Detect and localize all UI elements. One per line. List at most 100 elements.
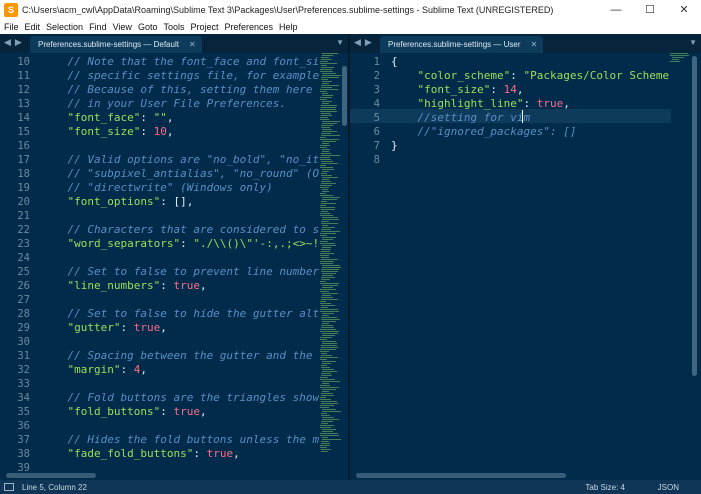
code-line[interactable]: // "subpixel_antialias", "no_round" (OS	[41, 167, 319, 181]
minimap-line	[320, 71, 333, 72]
minimap-line	[321, 153, 331, 154]
line-number: 23	[17, 238, 30, 250]
tab-nav-arrows-icon[interactable]: ◀▶	[4, 37, 26, 48]
close-button[interactable]: ✕	[667, 0, 701, 19]
left-editor-pane[interactable]: ◀▶ Preferences.sublime-settings — Defaul…	[0, 34, 348, 480]
code-line[interactable]: "highlight_line": true,	[391, 97, 570, 111]
code-token: :	[180, 237, 194, 250]
line-number: 29	[17, 322, 30, 334]
code-token: :	[140, 111, 154, 124]
minimap-line	[322, 245, 336, 246]
horizontal-scrollbar[interactable]	[356, 473, 566, 478]
code-line[interactable]: // Characters that are considered to se	[41, 223, 319, 237]
tab-label: Preferences.sublime-settings — Default	[38, 40, 179, 49]
code-line[interactable]: "font_size": 10,	[41, 125, 174, 139]
console-toggle-icon[interactable]	[4, 483, 14, 491]
menu-tools[interactable]: Tools	[160, 22, 187, 32]
tab-size-indicator[interactable]: Tab Size: 4	[585, 483, 625, 492]
code-line[interactable]: // Because of this, setting them here	[41, 83, 312, 97]
minimap-line	[320, 241, 328, 242]
code-line[interactable]: "margin": 4,	[41, 363, 147, 377]
minimap-line	[321, 65, 327, 66]
code-token: // Hides the fold buttons unless the mo	[41, 433, 319, 446]
menu-edit[interactable]: Edit	[22, 22, 44, 32]
line-number: 33	[17, 378, 30, 390]
menu-file[interactable]: File	[0, 22, 22, 32]
code-line[interactable]: // Hides the fold buttons unless the mo	[41, 433, 319, 447]
code-area[interactable]: { "color_scheme": "Packages/Color Scheme…	[391, 53, 671, 470]
code-line[interactable]: "gutter": true,	[41, 321, 167, 335]
menu-project[interactable]: Project	[187, 22, 221, 32]
code-line[interactable]: "font_face": "",	[41, 111, 174, 125]
minimap-line	[322, 293, 338, 294]
cursor-position: Line 5, Column 22	[22, 482, 87, 492]
right-editor-pane[interactable]: ◀▶ Preferences.sublime-settings — User ✕…	[350, 34, 701, 480]
maximize-button[interactable]: ☐	[633, 0, 667, 19]
minimap-line	[320, 205, 326, 206]
tab-close-icon[interactable]: ✕	[189, 40, 196, 49]
tab-close-icon[interactable]: ✕	[531, 40, 538, 49]
code-line[interactable]: "font_options": [],	[41, 195, 194, 209]
syntax-indicator[interactable]: JSON	[658, 483, 679, 492]
minimap-line	[320, 159, 331, 160]
code-token: "highlight_line"	[417, 97, 524, 110]
tab-dropdown-icon[interactable]: ▼	[689, 38, 697, 47]
menu-help[interactable]: Help	[276, 22, 301, 32]
status-bar: Line 5, Column 22 Tab Size: 4 JSON	[0, 480, 701, 494]
code-line[interactable]: "fade_fold_buttons": true,	[41, 447, 240, 461]
minimize-button[interactable]: —	[599, 0, 633, 19]
menu-goto[interactable]: Goto	[135, 22, 161, 32]
code-line[interactable]: //setting for vim	[391, 111, 530, 125]
tab-user-preferences[interactable]: Preferences.sublime-settings — User ✕	[380, 36, 544, 53]
code-line[interactable]: {	[391, 55, 398, 69]
code-token: }	[391, 139, 398, 152]
code-line[interactable]: "fold_buttons": true,	[41, 405, 207, 419]
code-line[interactable]: // in your User File Preferences.	[41, 97, 286, 111]
code-line[interactable]: // Set to false to hide the gutter alto	[41, 307, 319, 321]
menu-preferences[interactable]: Preferences	[221, 22, 276, 32]
code-line[interactable]: "font_size": 14,	[391, 83, 524, 97]
minimap-line	[322, 341, 336, 342]
code-line[interactable]: // specific settings file, for example,	[41, 69, 319, 83]
scroll-thumb[interactable]	[692, 56, 697, 376]
minimap-line	[320, 207, 335, 208]
line-number: 1	[373, 56, 380, 68]
code-line[interactable]: // "directwrite" (Windows only)	[41, 181, 272, 195]
code-line[interactable]: "line_numbers": true,	[41, 279, 207, 293]
code-line[interactable]: // Valid options are "no_bold", "no_ita	[41, 153, 319, 167]
menu-find[interactable]: Find	[86, 22, 110, 32]
menu-selection[interactable]: Selection	[43, 22, 86, 32]
code-token: ,	[516, 83, 524, 96]
code-line[interactable]: // Note that the font_face and font_si	[41, 55, 319, 69]
code-line[interactable]: "color_scheme": "Packages/Color Scheme -	[391, 69, 671, 83]
minimap-line	[321, 415, 330, 416]
minimap-line	[320, 291, 329, 292]
code-line[interactable]: // Spacing between the gutter and the t	[41, 349, 319, 363]
menu-view[interactable]: View	[110, 22, 135, 32]
code-line[interactable]: // Fold buttons are the triangles shown	[41, 391, 319, 405]
horizontal-scrollbar[interactable]	[6, 473, 96, 478]
tab-dropdown-icon[interactable]: ▼	[336, 38, 344, 47]
minimap-line	[322, 437, 328, 438]
code-line[interactable]: // Set to false to prevent line numbers	[41, 265, 319, 279]
code-line[interactable]: //"ignored_packages": []	[391, 125, 576, 139]
code-area[interactable]: // Note that the font_face and font_si /…	[41, 53, 319, 470]
vertical-scrollbar[interactable]	[692, 56, 697, 466]
scroll-thumb[interactable]	[342, 66, 347, 126]
vertical-scrollbar[interactable]	[342, 56, 347, 466]
minimap[interactable]	[320, 53, 342, 470]
minimap[interactable]	[670, 53, 692, 470]
code-token: // Set to false to hide the gutter alto	[41, 307, 319, 320]
code-line[interactable]: "word_separators": "./\\()\"'-:,.;<>~!@	[41, 237, 320, 251]
minimap-line	[321, 181, 331, 182]
minimap-line	[322, 191, 329, 192]
minimap-line	[321, 77, 339, 78]
minimap-line	[322, 295, 331, 296]
minimap-line	[320, 111, 337, 112]
code-line[interactable]: }	[391, 139, 398, 153]
tab-default-preferences[interactable]: Preferences.sublime-settings — Default ✕	[30, 36, 202, 53]
tab-nav-arrows-icon[interactable]: ◀▶	[354, 37, 376, 48]
minimap-line	[321, 223, 338, 224]
minimap-line	[320, 351, 329, 352]
